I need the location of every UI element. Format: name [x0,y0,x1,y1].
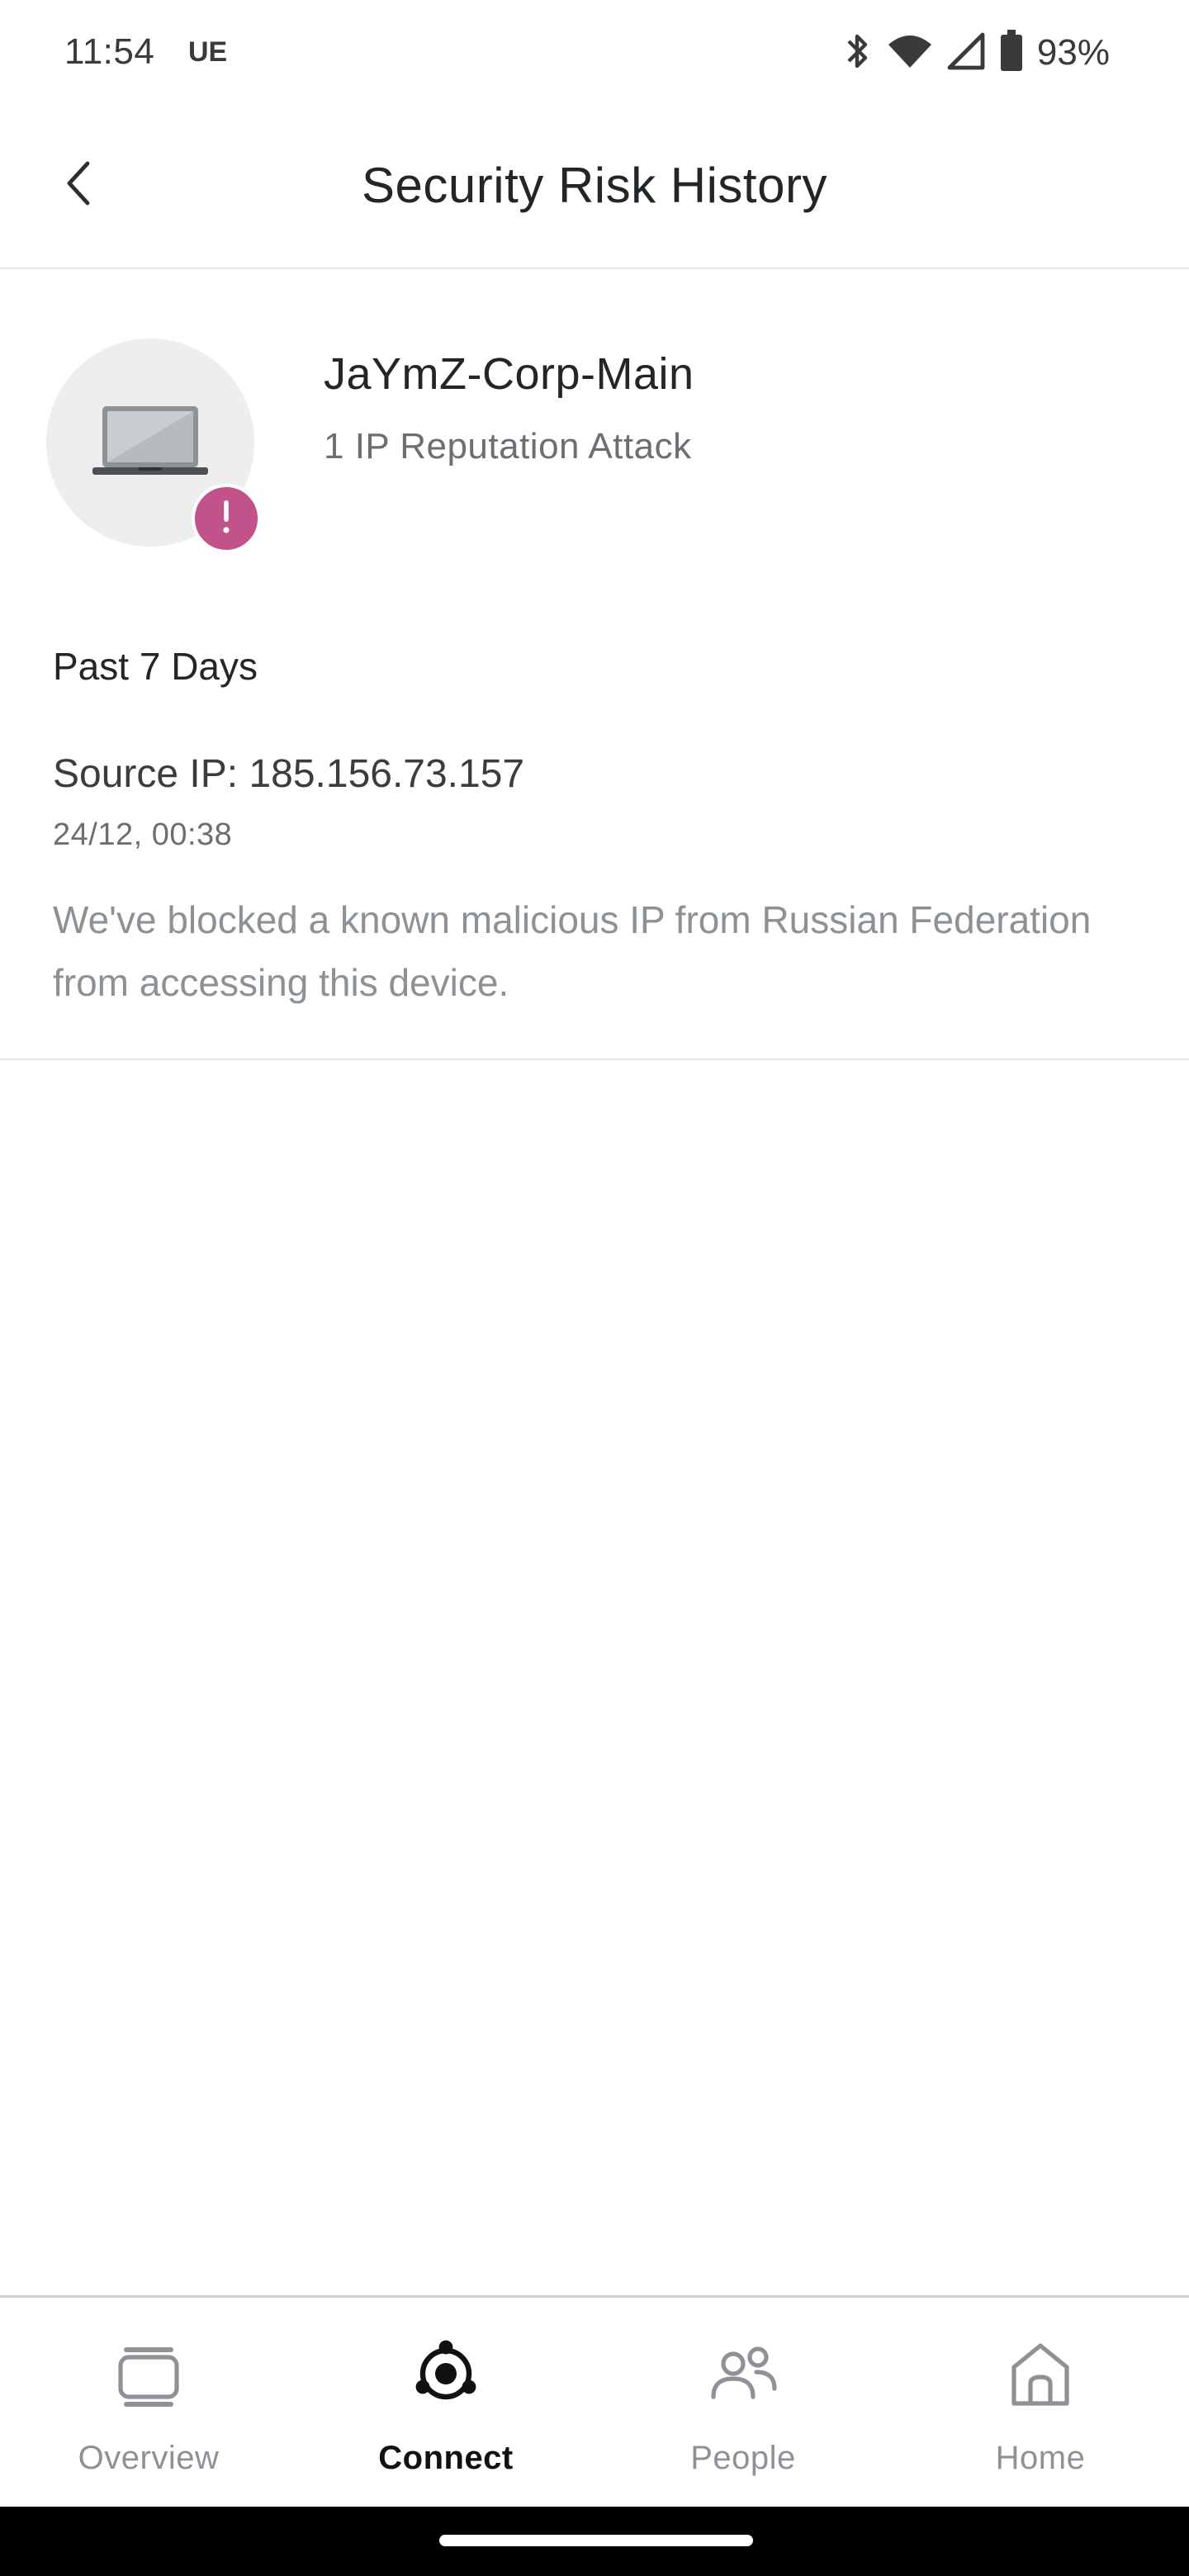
exclamation-icon [220,499,233,539]
nav-tab-home[interactable]: Home [892,2298,1189,2509]
home-icon [1001,2334,1080,2413]
wifi-icon [887,31,933,75]
event-source-ip: Source IP: 185.156.73.157 [53,752,525,796]
bluetooth-icon [841,30,874,77]
battery-percent: 93% [1036,32,1110,73]
attack-summary: 1 IP Reputation Attack [324,426,692,466]
nav-label-home: Home [995,2440,1086,2476]
overview-icon [109,2334,188,2413]
device-name: JaYmZ-Corp-Main [324,349,694,399]
status-carrier-label: UE [188,36,228,68]
app-header: Security Risk History [0,107,1189,269]
signal-icon [946,31,986,75]
page-title: Security Risk History [362,158,827,213]
event-description: We've blocked a known malicious IP from … [53,898,1092,1004]
status-bar: 11:54 UE 93% [0,0,1189,107]
status-time: 11:54 [64,31,155,72]
nav-label-overview: Overview [78,2440,220,2476]
home-gesture-handle[interactable] [439,2535,753,2546]
bottom-navigation: Overview Connect People Home [0,2295,1189,2509]
nav-tab-connect[interactable]: Connect [297,2298,594,2509]
event-timestamp: 24/12, 00:38 [53,817,233,852]
connect-icon [406,2334,486,2413]
laptop-icon [89,401,211,488]
system-navigation-bar [0,2507,1189,2576]
nav-tab-overview[interactable]: Overview [0,2298,297,2509]
nav-label-people: People [690,2440,796,2476]
nav-label-connect: Connect [378,2440,514,2476]
device-risk-card: JaYmZ-Corp-Main 1 IP Reputation Attack P… [0,269,1189,1060]
nav-tab-people[interactable]: People [594,2298,892,2509]
device-avatar [46,339,261,553]
period-label: Past 7 Days [53,645,258,688]
battery-icon [999,29,1024,77]
alert-badge [192,484,261,553]
people-icon [703,2334,783,2413]
status-icons: 93% [841,29,1110,77]
